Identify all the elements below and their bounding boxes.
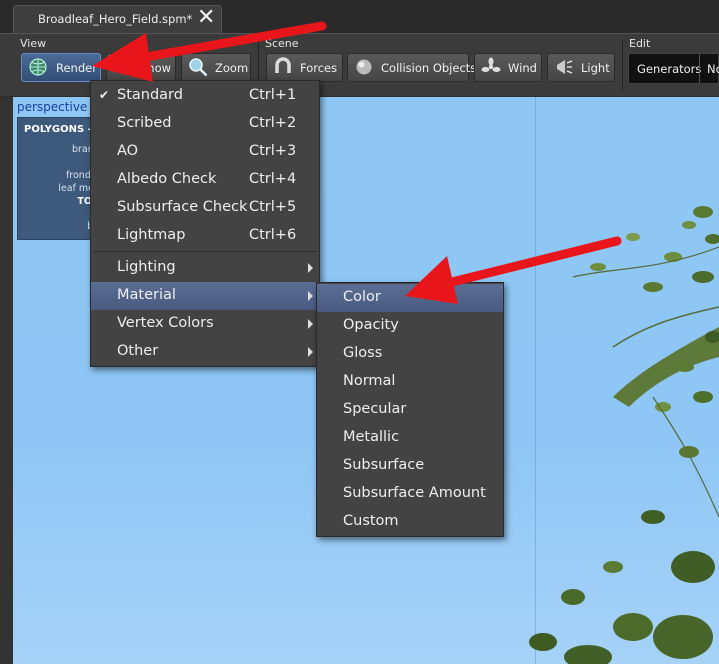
- menu-item-label: Other: [117, 343, 159, 359]
- menu-item-label: Lighting: [117, 259, 176, 275]
- menu-item-label: AO: [117, 143, 139, 159]
- left-panel-edge: [0, 97, 13, 664]
- zoom-button-label: Zoom: [215, 61, 249, 75]
- menu-item-label: Subsurface: [343, 457, 425, 473]
- next-button-label[interactable]: No: [707, 62, 719, 76]
- menu-item-material[interactable]: Material: [91, 282, 319, 310]
- submenu-item-opacity[interactable]: Opacity: [317, 312, 503, 340]
- menu-item-ao[interactable]: AO Ctrl+3: [91, 138, 319, 166]
- render-button-label: Render: [56, 61, 97, 75]
- menu-item-vertex-colors[interactable]: Vertex Colors: [91, 310, 319, 338]
- group-label-view: View: [20, 37, 47, 50]
- menu-item-label: Vertex Colors: [117, 315, 214, 331]
- menu-item-label: Custom: [343, 513, 399, 529]
- menu-item-shortcut: Ctrl+2: [249, 115, 297, 131]
- submenu-arrow-icon: [308, 319, 313, 329]
- submenu-item-metallic[interactable]: Metallic: [317, 424, 503, 452]
- forces-button[interactable]: Forces: [266, 53, 343, 82]
- menu-item-label: Opacity: [343, 317, 399, 333]
- generators-button-label: Generators: [637, 62, 702, 76]
- light-button-label: Light: [581, 61, 610, 75]
- group-label-edit: Edit: [629, 37, 651, 50]
- menu-item-shortcut: Ctrl+1: [249, 87, 297, 103]
- menu-item-shortcut: Ctrl+3: [249, 143, 297, 159]
- tab-title: Broadleaf_Hero_Field.spm*: [38, 12, 193, 26]
- group-label-scene: Scene: [265, 37, 299, 50]
- submenu-item-specular[interactable]: Specular: [317, 396, 503, 424]
- divider: [699, 54, 700, 83]
- menu-item-lightmap[interactable]: Lightmap Ctrl+6: [91, 222, 319, 250]
- light-button[interactable]: Light: [547, 53, 615, 82]
- wind-button-label: Wind: [508, 61, 537, 75]
- menu-item-label: Lightmap: [117, 227, 186, 243]
- submenu-arrow-icon: [308, 347, 313, 357]
- zoom-button[interactable]: Zoom: [181, 53, 251, 82]
- menu-item-label: Material: [117, 287, 176, 303]
- submenu-arrow-icon: [308, 291, 313, 301]
- magnifier-icon: [189, 58, 208, 77]
- submenu-item-subsurface[interactable]: Subsurface: [317, 452, 503, 480]
- globe-icon: [29, 58, 47, 76]
- magnet-icon: [275, 57, 291, 73]
- submenu-arrow-icon: [308, 263, 313, 273]
- submenu-item-gloss[interactable]: Gloss: [317, 340, 503, 368]
- material-submenu: Color Opacity Gloss Normal Specular Meta…: [316, 282, 504, 537]
- menu-item-label: Subsurface Amount: [343, 485, 486, 501]
- menu-item-other[interactable]: Other: [91, 338, 319, 366]
- render-menu: ✔ Standard Ctrl+1 Scribed Ctrl+2 AO Ctrl…: [90, 80, 320, 367]
- show-button[interactable]: Show: [106, 53, 176, 82]
- submenu-item-custom[interactable]: Custom: [317, 508, 503, 536]
- tab-bar: Broadleaf_Hero_Field.spm* ✕: [0, 0, 719, 33]
- menu-item-subsurface-check[interactable]: Subsurface Check Ctrl+5: [91, 194, 319, 222]
- menu-item-albedo-check[interactable]: Albedo Check Ctrl+4: [91, 166, 319, 194]
- stats-title: POLYGONS -: [24, 124, 92, 135]
- menu-item-shortcut: Ctrl+4: [249, 171, 297, 187]
- viewport-label: perspective: [17, 100, 88, 114]
- menu-item-label: Metallic: [343, 429, 400, 445]
- menu-item-label: Normal: [343, 373, 396, 389]
- render-button[interactable]: Render: [21, 53, 101, 82]
- menu-item-label: Specular: [343, 401, 407, 417]
- submenu-item-subsurface-amount[interactable]: Subsurface Amount: [317, 480, 503, 508]
- collision-objects-button-label: Collision Objects: [381, 61, 477, 75]
- sphere-icon: [356, 59, 372, 75]
- checkmark-icon: ✔: [99, 88, 110, 102]
- group-divider: [622, 40, 623, 90]
- menu-item-standard[interactable]: ✔ Standard Ctrl+1: [91, 82, 319, 110]
- menu-item-label: Subsurface Check: [117, 199, 248, 215]
- generators-button[interactable]: Generators No: [628, 53, 719, 84]
- document-tab[interactable]: Broadleaf_Hero_Field.spm* ✕: [13, 5, 222, 33]
- menu-item-label: Albedo Check: [117, 171, 217, 187]
- menu-item-label: Scribed: [117, 115, 172, 131]
- forces-button-label: Forces: [300, 61, 338, 75]
- collision-objects-button[interactable]: Collision Objects: [347, 53, 476, 82]
- menu-separator: [93, 251, 317, 252]
- menu-item-scribed[interactable]: Scribed Ctrl+2: [91, 110, 319, 138]
- submenu-item-normal[interactable]: Normal: [317, 368, 503, 396]
- menu-item-label: Color: [343, 289, 381, 305]
- menu-item-shortcut: Ctrl+6: [249, 227, 297, 243]
- spotlight-icon: [557, 60, 573, 74]
- eye-icon: [114, 62, 132, 72]
- submenu-item-color[interactable]: Color: [317, 284, 503, 312]
- fan-icon: [481, 57, 501, 72]
- menu-item-shortcut: Ctrl+5: [249, 199, 297, 215]
- wind-button[interactable]: Wind: [474, 53, 542, 82]
- menu-item-label: Gloss: [343, 345, 383, 361]
- show-button-label: Show: [140, 61, 172, 75]
- menu-item-label: Standard: [117, 87, 183, 103]
- menu-item-lighting[interactable]: Lighting: [91, 254, 319, 282]
- close-icon[interactable]: ✕: [197, 7, 215, 29]
